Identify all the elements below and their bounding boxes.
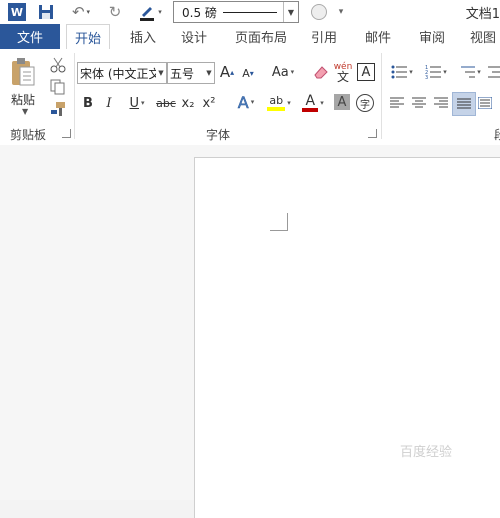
phonetic-bottom: 文	[336, 70, 349, 84]
group-separator	[74, 53, 75, 139]
clear-formatting-icon[interactable]	[312, 63, 330, 81]
text-effects-label: A	[237, 92, 249, 112]
font-size-select[interactable]: 五号 ▼	[167, 62, 215, 84]
underline-label: U	[129, 95, 139, 111]
tab-references[interactable]: 引用	[311, 24, 337, 49]
tab-page-layout[interactable]: 页面布局	[235, 24, 287, 49]
font-color-label: A	[305, 92, 316, 109]
align-right-icon[interactable]	[433, 95, 449, 111]
paste-icon[interactable]	[10, 57, 36, 89]
tab-design[interactable]: 设计	[181, 24, 207, 49]
cut-icon[interactable]	[50, 57, 66, 73]
font-color-bar	[302, 107, 319, 112]
paragraph-group-label: 段	[494, 126, 500, 143]
ribbon-home: 粘贴 ▼ 剪贴板 宋体 (中文正文 ▼ 五号 ▼ A ▴ A ▾ Aa ▾ wén 文…	[0, 49, 500, 146]
watermark-text: 百度经验	[400, 445, 453, 460]
line-width-select[interactable]: 0.5 磅 ▼	[173, 1, 299, 23]
tab-view[interactable]: 视图	[470, 24, 496, 49]
ribbon-tabs: 文件 开始 插入 设计 页面布局 引用 邮件 审阅 视图	[0, 24, 500, 51]
numbering-button[interactable]: 1 2 3 ▾	[422, 63, 450, 81]
align-left-icon[interactable]	[389, 95, 405, 111]
shrink-font-button[interactable]: A ▾	[240, 65, 256, 81]
line-preview	[222, 11, 277, 13]
quick-access-toolbar: W ↶ ▾ ↻ ▾ 0.5 磅 ▼ ▾ 文档1	[0, 0, 500, 24]
underline-button[interactable]: U ▾	[122, 94, 152, 112]
change-case-button[interactable]: Aa ▾	[268, 63, 298, 81]
text-effects-button[interactable]: A ▾	[231, 92, 261, 112]
align-center-icon[interactable]	[411, 95, 427, 111]
justify-icon[interactable]	[452, 92, 476, 116]
tab-review[interactable]: 审阅	[419, 24, 445, 49]
superscript-button[interactable]: x²	[201, 94, 217, 112]
paste-dropdown-icon[interactable]: ▼	[22, 107, 28, 116]
tab-mailings[interactable]: 邮件	[365, 24, 391, 49]
word-app-icon: W	[8, 3, 26, 21]
customize-qat-icon[interactable]: ▾	[335, 2, 347, 22]
font-color-button[interactable]: A ▾	[298, 92, 328, 114]
document-page[interactable]	[194, 157, 500, 518]
chevron-down-icon[interactable]: ▼	[204, 69, 214, 77]
svg-text:3: 3	[425, 75, 428, 79]
bullets-button[interactable]: ▾	[388, 63, 416, 81]
redo-icon[interactable]: ↻	[106, 2, 124, 22]
save-icon[interactable]	[38, 4, 54, 20]
grow-font-button[interactable]: A ▴	[218, 63, 236, 81]
subscript-button[interactable]: x₂	[180, 94, 196, 112]
italic-button[interactable]: I	[101, 94, 117, 112]
distributed-align-icon[interactable]	[477, 95, 493, 111]
paste-button-label[interactable]: 粘贴	[11, 91, 35, 108]
undo-icon[interactable]: ↶ ▾	[66, 2, 96, 22]
tab-insert[interactable]: 插入	[130, 24, 156, 49]
font-size-value: 五号	[170, 66, 195, 81]
enclose-characters-button[interactable]: 字	[356, 94, 374, 112]
phonetic-guide-button[interactable]: wén 文	[333, 61, 353, 83]
clipboard-group-label: 剪贴板	[10, 128, 47, 142]
character-border-label: A	[361, 64, 371, 80]
highlight-label: ab	[269, 94, 284, 107]
multilevel-list-button[interactable]: ▾	[456, 63, 484, 81]
group-separator	[381, 53, 382, 139]
decrease-indent-icon[interactable]	[487, 63, 500, 81]
font-launcher-icon[interactable]	[368, 129, 377, 138]
font-name-select[interactable]: 宋体 (中文正文 ▼	[77, 62, 167, 84]
document-title: 文档1	[465, 7, 500, 22]
highlight-color-bar	[267, 107, 286, 111]
tab-file[interactable]: 文件	[0, 24, 60, 49]
clipboard-launcher-icon[interactable]	[62, 129, 71, 138]
change-case-label: Aa	[271, 64, 289, 80]
line-width-value: 0.5 磅	[182, 5, 217, 20]
copy-icon[interactable]	[50, 79, 66, 95]
font-group-label: 字体	[206, 128, 231, 142]
tab-home[interactable]: 开始	[66, 24, 111, 51]
shrink-font-label: A	[242, 66, 250, 80]
margin-corner-mark	[270, 213, 288, 231]
format-painter-icon[interactable]	[50, 101, 66, 117]
highlight-button[interactable]: ab ▾	[263, 92, 295, 114]
grow-font-label: A	[219, 63, 231, 81]
character-shading-button[interactable]: A	[334, 94, 350, 110]
character-border-button[interactable]: A	[357, 63, 375, 81]
bold-button[interactable]: B	[80, 94, 96, 112]
chevron-down-icon[interactable]: ▼	[156, 69, 166, 77]
shape-circle-icon[interactable]	[311, 4, 327, 20]
font-name-value: 宋体 (中文正文	[80, 66, 156, 81]
pen-color-icon[interactable]: ▾	[135, 2, 165, 22]
chevron-down-icon[interactable]: ▼	[283, 2, 298, 22]
strikethrough-button[interactable]: abc	[155, 94, 177, 112]
